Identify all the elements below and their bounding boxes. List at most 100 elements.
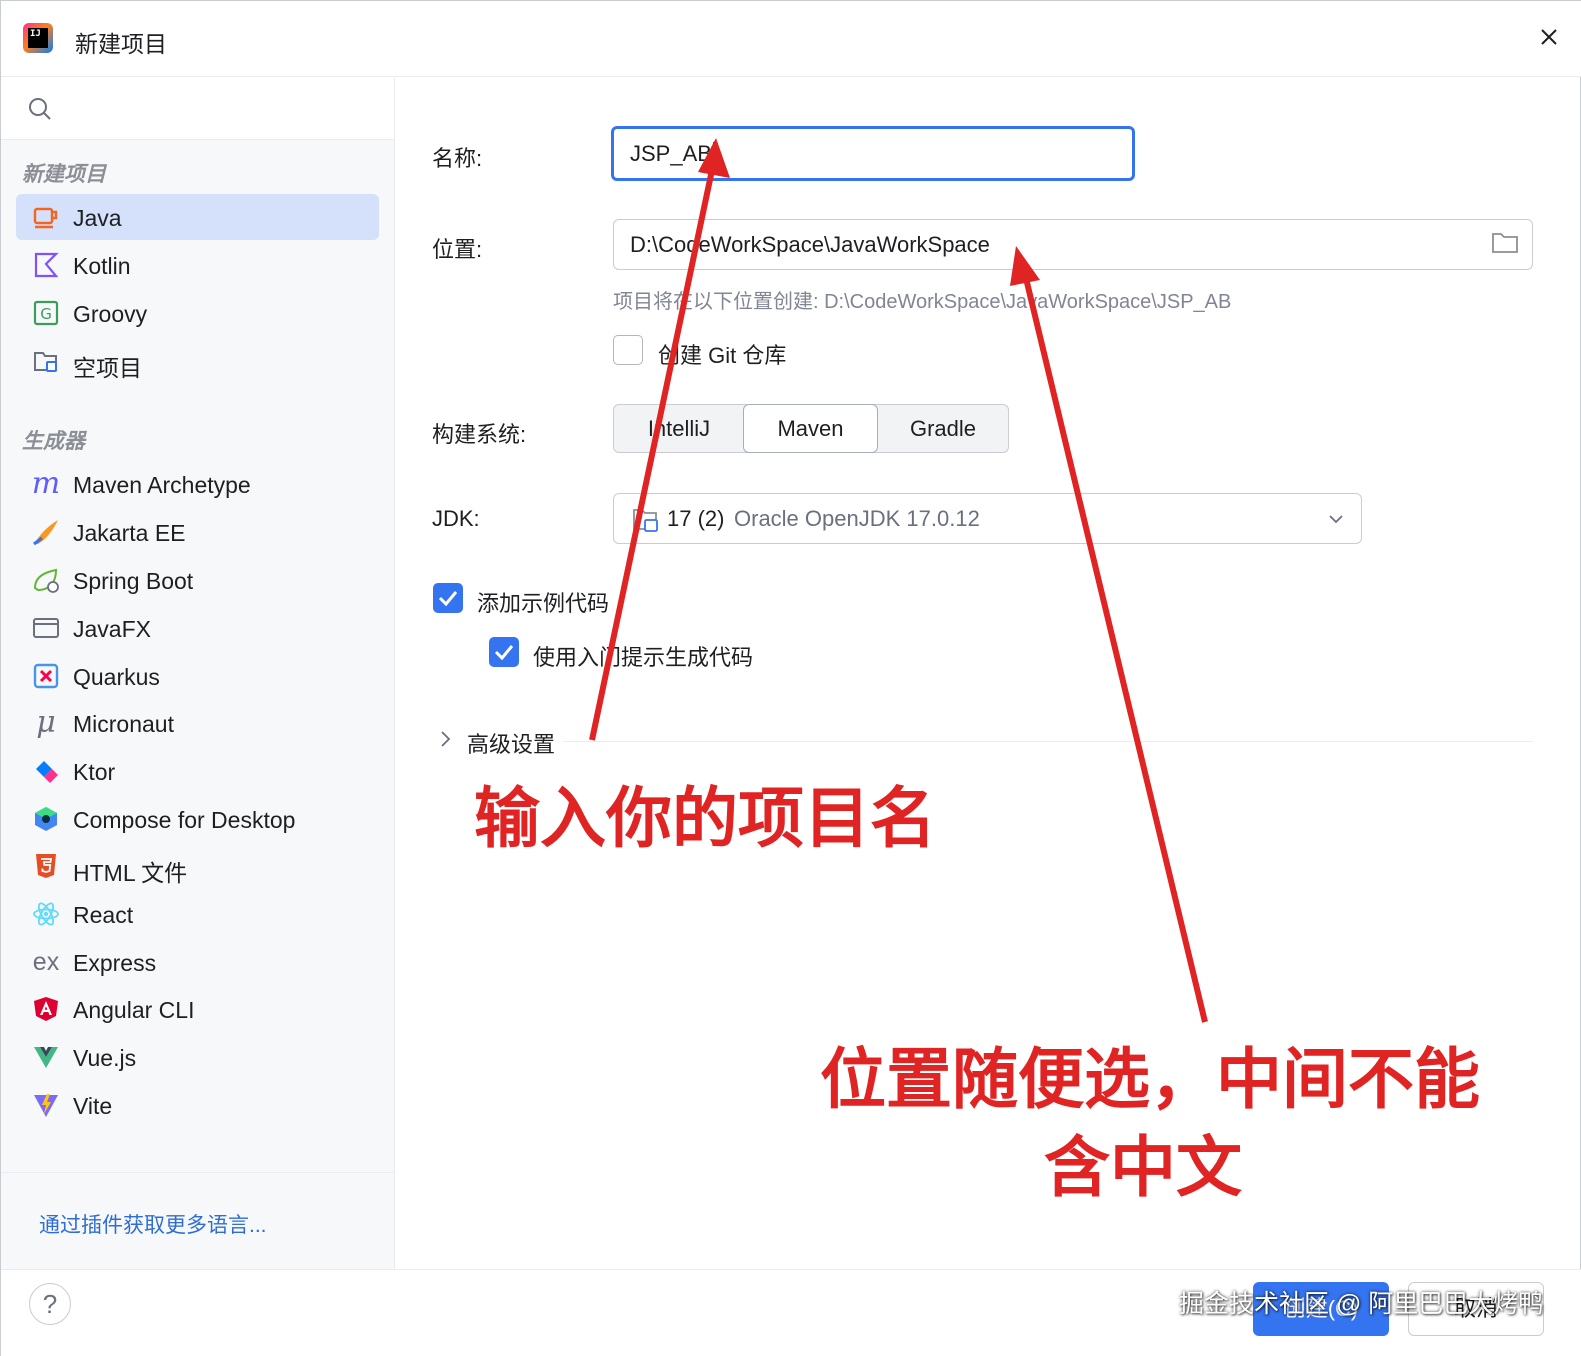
sidebar-item-label: HTML 文件 [73, 860, 188, 886]
sidebar-item-maven-archetype[interactable]: m Maven Archetype [16, 461, 379, 507]
sidebar-item-vuejs[interactable]: Vue.js [16, 1034, 379, 1080]
groovy-icon: G [32, 299, 60, 327]
search-input[interactable] [1, 78, 394, 140]
intellij-idea-icon: IJ [23, 23, 53, 53]
sidebar-item-label: Vue.js [73, 1045, 137, 1071]
sidebar-item-label: Micronaut [73, 711, 174, 737]
sidebar-item-empty-project[interactable]: 空项目 [16, 338, 379, 384]
build-option-intellij[interactable]: IntelliJ [614, 405, 744, 452]
sidebar-item-compose-for-desktop[interactable]: Compose for Desktop [16, 796, 379, 842]
sidebar-item-angular-cli[interactable]: Angular CLI [16, 986, 379, 1032]
express-icon: ex [32, 948, 60, 976]
empty-project-icon [32, 347, 60, 375]
git-repo-checkbox[interactable] [613, 335, 643, 365]
compose-icon [32, 805, 60, 833]
sidebar-item-label: Spring Boot [73, 568, 194, 594]
annotation-location-note-line2: 含中文 [1044, 1130, 1242, 1204]
folder-icon[interactable] [1491, 231, 1519, 255]
maven-icon: m [31, 466, 61, 501]
vite-icon [32, 1091, 60, 1119]
sidebar-item-label: Groovy [73, 301, 148, 327]
divider [563, 741, 1533, 742]
onboarding-tips-checkbox[interactable] [489, 637, 519, 667]
jakarta-ee-icon [32, 518, 60, 546]
title-bar: IJ 新建项目 [1, 1, 1581, 77]
watermark: 掘金技术社区 @ 阿里巴巴大烤鸭 [1179, 1290, 1544, 1318]
sidebar-item-label: Java [73, 205, 122, 231]
sidebar-item-label: React [73, 902, 134, 928]
chevron-right-icon[interactable] [437, 726, 455, 752]
sidebar-item-label: Jakarta EE [73, 520, 186, 546]
chevron-down-icon [1329, 515, 1343, 524]
sidebar-item-react[interactable]: React [16, 891, 379, 937]
sidebar-item-label: Ktor [73, 759, 116, 785]
build-option-maven[interactable]: Maven [743, 404, 878, 453]
project-name-input[interactable]: JSP_AB [611, 126, 1135, 181]
sidebar-item-label: Angular CLI [73, 997, 195, 1023]
sidebar-item-label: Vite [73, 1093, 113, 1119]
text-caret [712, 142, 715, 169]
location-value: D:\CodeWorkSpace\JavaWorkSpace [630, 232, 990, 257]
sidebar-item-label: Express [73, 950, 157, 976]
sidebar: 新建项目 Java Kotlin G Groovy 空项目 生成器 m Mave… [1, 78, 395, 1269]
vue-icon [32, 1043, 60, 1071]
quarkus-icon [32, 662, 60, 690]
sidebar-item-micronaut[interactable]: μ Micronaut [16, 700, 379, 746]
sidebar-item-label: Maven Archetype [73, 472, 251, 498]
angular-icon [32, 995, 60, 1023]
ktor-icon [32, 757, 60, 785]
sidebar-item-vite[interactable]: Vite [16, 1082, 379, 1128]
sample-code-checkbox[interactable] [433, 583, 463, 613]
divider [1, 1172, 394, 1173]
search-icon [29, 98, 51, 120]
build-system-label: 构建系统: [432, 422, 527, 447]
sidebar-item-express[interactable]: ex Express [16, 939, 379, 985]
git-repo-label: 创建 Git 仓库 [658, 343, 787, 368]
sidebar-item-groovy[interactable]: G Groovy [16, 290, 379, 336]
sidebar-item-label: Kotlin [73, 253, 131, 279]
sidebar-item-javafx[interactable]: JavaFX [16, 605, 379, 651]
generators-section-header: 生成器 [22, 430, 85, 453]
sidebar-item-java[interactable]: Java [16, 194, 379, 240]
sidebar-item-kotlin[interactable]: Kotlin [16, 242, 379, 288]
onboarding-tips-label: 使用入门提示生成代码 [533, 645, 754, 670]
sidebar-item-label: JavaFX [73, 616, 151, 642]
name-label: 名称: [432, 146, 483, 171]
micronaut-icon: μ [36, 705, 56, 740]
jdk-folder-icon [633, 509, 658, 532]
location-input[interactable]: D:\CodeWorkSpace\JavaWorkSpace [613, 219, 1533, 270]
java-icon [32, 203, 60, 231]
dialog-footer: ? 创建(C) 取消 掘金技术社区 @ 阿里巴巴大烤鸭 [1, 1269, 1581, 1356]
sidebar-item-label: Compose for Desktop [73, 807, 296, 833]
annotation-location-note-line1: 位置随便选，中间不能 [820, 1042, 1480, 1116]
new-project-dialog: IJ 新建项目 新建项目 Java Kotlin G Groovy 空项目 生成… [0, 0, 1581, 1356]
svg-text:G: G [40, 305, 52, 323]
advanced-settings-toggle[interactable]: 高级设置 [467, 727, 555, 759]
checkmark-icon [494, 645, 514, 661]
help-button[interactable]: ? [29, 1283, 71, 1325]
annotation-name-note: 输入你的项目名 [474, 781, 936, 855]
jdk-version: 17 (2) [667, 506, 725, 531]
jdk-label: JDK: [432, 506, 480, 531]
sidebar-item-label: Quarkus [73, 664, 160, 690]
jdk-name: Oracle OpenJDK 17.0.12 [734, 506, 980, 531]
checkmark-icon [438, 591, 458, 607]
location-label: 位置: [432, 237, 483, 262]
new-project-section-header: 新建项目 [22, 163, 106, 186]
sidebar-item-ktor[interactable]: Ktor [16, 748, 379, 794]
react-icon [32, 900, 60, 928]
window-title: 新建项目 [75, 31, 167, 57]
more-languages-link[interactable]: 通过插件获取更多语言... [39, 1209, 267, 1239]
sidebar-item-quarkus[interactable]: Quarkus [16, 653, 379, 699]
spring-boot-icon [32, 566, 60, 594]
sample-code-label: 添加示例代码 [477, 591, 610, 616]
build-option-gradle[interactable]: Gradle [878, 405, 1008, 452]
sidebar-item-label: 空项目 [73, 355, 142, 381]
jdk-dropdown[interactable]: 17 (2) Oracle OpenJDK 17.0.12 [613, 493, 1362, 544]
project-name-value: JSP_AB [630, 141, 712, 166]
close-icon[interactable] [1537, 25, 1561, 49]
location-hint: 项目将在以下位置创建: D:\CodeWorkSpace\JavaWorkSpa… [613, 291, 1232, 313]
sidebar-item-jakarta-ee[interactable]: Jakarta EE [16, 509, 379, 555]
sidebar-item-spring-boot[interactable]: Spring Boot [16, 557, 379, 603]
sidebar-item-html-file[interactable]: HTML 文件 [16, 843, 379, 889]
